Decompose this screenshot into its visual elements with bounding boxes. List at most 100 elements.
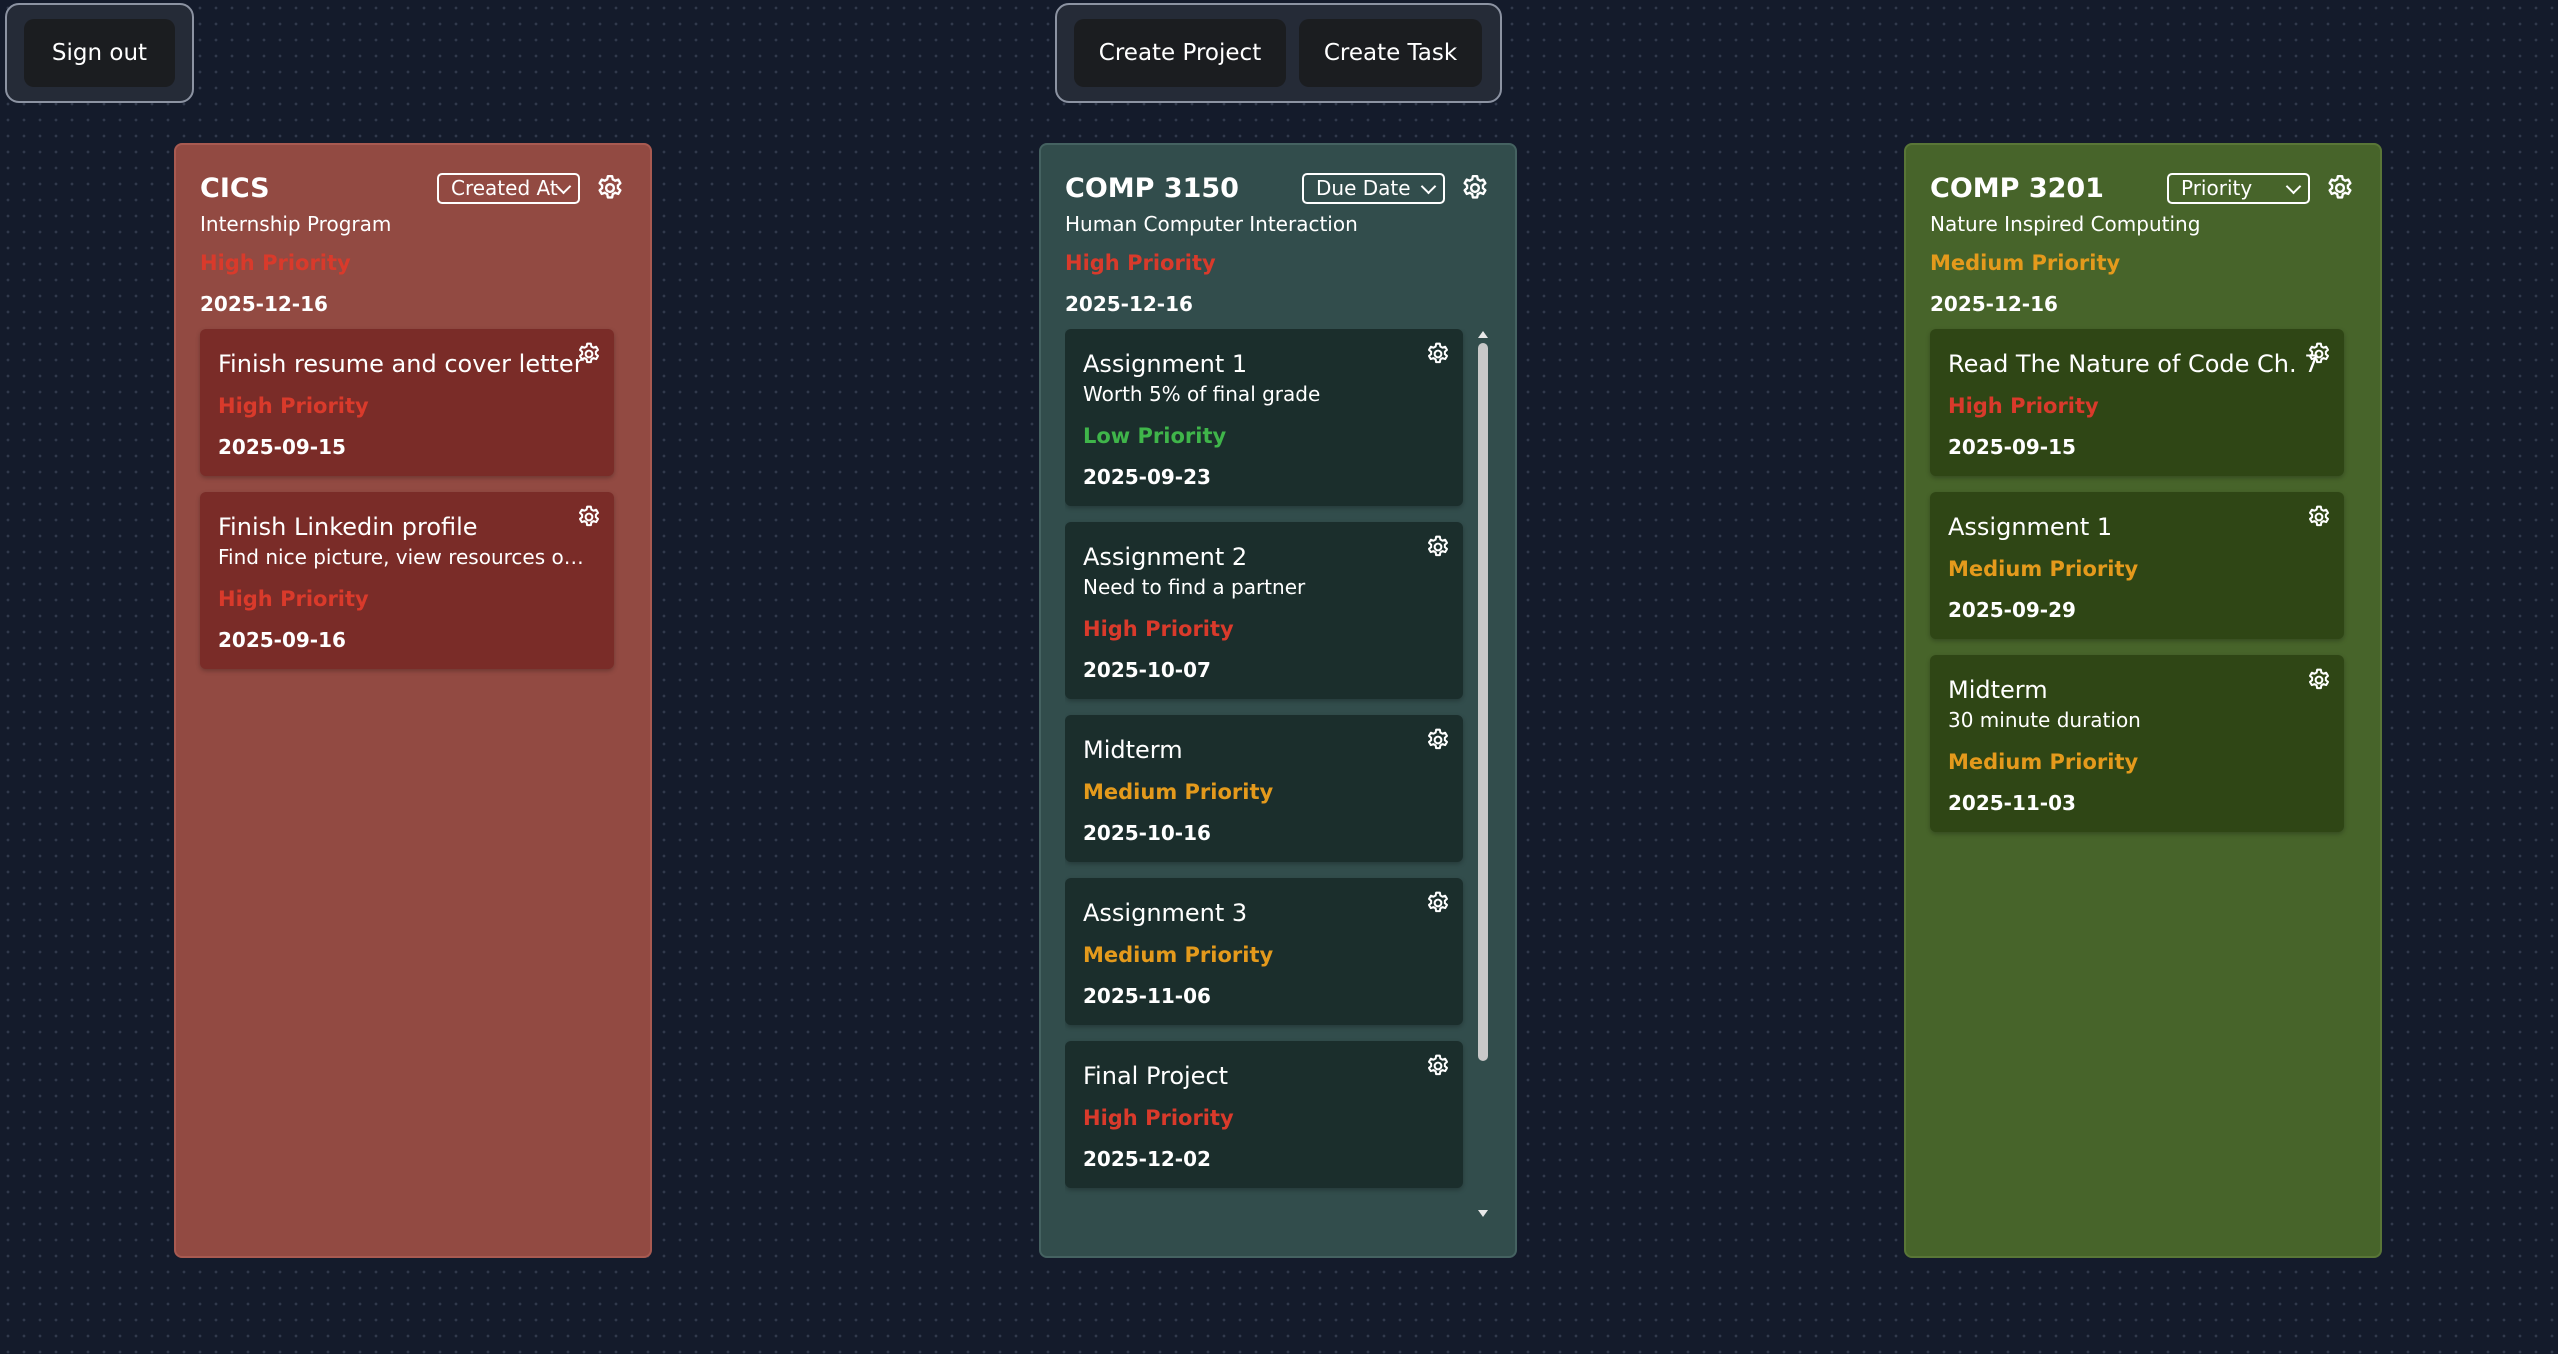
- project-meta: Nature Inspired Computing Medium Priorit…: [1930, 209, 2356, 319]
- task-due-date: 2025-11-06: [1083, 984, 1211, 1008]
- task-due-date: 2025-10-07: [1083, 658, 1211, 682]
- task-title: Assignment 3: [1083, 899, 1248, 927]
- project-due-date: 2025-12-16: [200, 292, 328, 316]
- task-priority: High Priority: [1083, 617, 1234, 641]
- gear-icon[interactable]: [1425, 727, 1451, 753]
- task-card[interactable]: Midterm Medium Priority 2025-10-16: [1065, 715, 1463, 862]
- sort-select[interactable]: Priority: [2167, 172, 2310, 204]
- project-priority: High Priority: [1065, 251, 1216, 275]
- task-title: Assignment 1: [1083, 350, 1248, 378]
- project-meta: Human Computer Interaction High Priority…: [1065, 209, 1491, 319]
- task-title: Midterm: [1083, 736, 1183, 764]
- chevron-down-icon: [555, 178, 572, 194]
- task-due-date: 2025-09-15: [218, 435, 346, 459]
- sort-select[interactable]: Created At: [437, 172, 580, 204]
- scrollbar-thumb[interactable]: [1478, 343, 1488, 1061]
- column-header: COMP 3201 Priority: [1930, 169, 2356, 207]
- column-comp-3201: COMP 3201 Priority Nature Inspired Compu…: [1904, 143, 2382, 1258]
- task-card[interactable]: Midterm 30 minute duration Medium Priori…: [1930, 655, 2344, 832]
- task-title: Assignment 2: [1083, 543, 1248, 571]
- task-card[interactable]: Assignment 2 Need to find a partner High…: [1065, 522, 1463, 699]
- gear-icon[interactable]: [1425, 341, 1451, 367]
- sort-select-value: Priority: [2181, 176, 2253, 200]
- task-list-viewport: Finish resume and cover letter High Prio…: [200, 329, 626, 669]
- account-toolbar: Sign out: [5, 3, 194, 103]
- task-description: Need to find a partner: [1083, 575, 1306, 599]
- create-task-button[interactable]: Create Task: [1299, 19, 1482, 87]
- project-priority: High Priority: [200, 251, 351, 275]
- task-priority: Medium Priority: [1083, 943, 1274, 967]
- task-list-viewport: Read The Nature of Code Ch. 7 High Prior…: [1930, 329, 2356, 832]
- task-due-date: 2025-11-03: [1948, 791, 2076, 815]
- task-title: Finish resume and cover letter: [218, 350, 584, 378]
- project-priority: Medium Priority: [1930, 251, 2121, 275]
- project-title: CICS: [200, 172, 270, 204]
- task-card[interactable]: Read The Nature of Code Ch. 7 High Prior…: [1930, 329, 2344, 476]
- gear-icon[interactable]: [576, 504, 602, 530]
- sort-select[interactable]: Due Date: [1302, 172, 1445, 204]
- create-toolbar: Create Project Create Task: [1055, 3, 1502, 103]
- column-cics: CICS Created At Internship Program High …: [174, 143, 652, 1258]
- task-card[interactable]: Finish resume and cover letter High Prio…: [200, 329, 614, 476]
- sign-out-button[interactable]: Sign out: [24, 19, 175, 87]
- scroll-up-arrow-icon[interactable]: [1478, 331, 1488, 338]
- project-due-date: 2025-12-16: [1930, 292, 2058, 316]
- task-card[interactable]: Assignment 1 Worth 5% of final grade Low…: [1065, 329, 1463, 506]
- task-list: Finish resume and cover letter High Prio…: [200, 329, 626, 669]
- task-due-date: 2025-09-15: [1948, 435, 2076, 459]
- gear-icon[interactable]: [1425, 890, 1451, 916]
- task-priority: Low Priority: [1083, 424, 1227, 448]
- gear-icon[interactable]: [576, 341, 602, 367]
- column-header: COMP 3150 Due Date: [1065, 169, 1491, 207]
- column-header: CICS Created At: [200, 169, 626, 207]
- gear-icon[interactable]: [2306, 667, 2332, 693]
- project-title: COMP 3150: [1065, 172, 1239, 204]
- task-title: Assignment 1: [1948, 513, 2113, 541]
- task-priority: Medium Priority: [1083, 780, 1274, 804]
- chevron-down-icon: [2285, 178, 2302, 194]
- gear-icon[interactable]: [2324, 172, 2356, 204]
- task-list: Read The Nature of Code Ch. 7 High Prior…: [1930, 329, 2356, 832]
- chevron-down-icon: [1420, 178, 1437, 194]
- gear-icon[interactable]: [2306, 341, 2332, 367]
- task-description: 30 minute duration: [1948, 708, 2141, 732]
- task-due-date: 2025-12-02: [1083, 1147, 1211, 1171]
- task-card[interactable]: Assignment 3 Medium Priority 2025-11-06: [1065, 878, 1463, 1025]
- task-list-scrollbar[interactable]: [1475, 329, 1491, 1219]
- task-card[interactable]: Finish Linkedin profile Find nice pictur…: [200, 492, 614, 669]
- project-description: Nature Inspired Computing: [1930, 212, 2201, 236]
- task-due-date: 2025-10-16: [1083, 821, 1211, 845]
- task-priority: Medium Priority: [1948, 750, 2139, 774]
- column-comp-3150: COMP 3150 Due Date Human Computer Intera…: [1039, 143, 1517, 1258]
- project-title: COMP 3201: [1930, 172, 2104, 204]
- task-list: Assignment 1 Worth 5% of final grade Low…: [1065, 329, 1491, 1219]
- task-due-date: 2025-09-16: [218, 628, 346, 652]
- gear-icon[interactable]: [1425, 534, 1451, 560]
- task-title: Read The Nature of Code Ch. 7: [1948, 350, 2320, 378]
- task-due-date: 2025-09-23: [1083, 465, 1211, 489]
- sort-select-value: Created At: [451, 176, 558, 200]
- task-priority: High Priority: [218, 394, 369, 418]
- project-due-date: 2025-12-16: [1065, 292, 1193, 316]
- task-priority: High Priority: [218, 587, 369, 611]
- task-title: Midterm: [1948, 676, 2048, 704]
- task-priority: High Priority: [1083, 1106, 1234, 1130]
- project-description: Internship Program: [200, 212, 392, 236]
- gear-icon[interactable]: [1459, 172, 1491, 204]
- task-card[interactable]: Final Project High Priority 2025-12-02: [1065, 1041, 1463, 1188]
- scroll-down-arrow-icon[interactable]: [1478, 1210, 1488, 1217]
- project-description: Human Computer Interaction: [1065, 212, 1358, 236]
- gear-icon[interactable]: [2306, 504, 2332, 530]
- gear-icon[interactable]: [1425, 1053, 1451, 1079]
- task-list-viewport: Assignment 1 Worth 5% of final grade Low…: [1065, 329, 1491, 1219]
- create-project-button[interactable]: Create Project: [1074, 19, 1286, 87]
- task-due-date: 2025-09-29: [1948, 598, 2076, 622]
- task-title: Final Project: [1083, 1062, 1229, 1090]
- sort-select-value: Due Date: [1316, 176, 1411, 200]
- task-description: Worth 5% of final grade: [1083, 382, 1321, 406]
- task-card[interactable]: Assignment 1 Medium Priority 2025-09-29: [1930, 492, 2344, 639]
- task-priority: High Priority: [1948, 394, 2099, 418]
- project-meta: Internship Program High Priority 2025-12…: [200, 209, 626, 319]
- task-priority: Medium Priority: [1948, 557, 2139, 581]
- gear-icon[interactable]: [594, 172, 626, 204]
